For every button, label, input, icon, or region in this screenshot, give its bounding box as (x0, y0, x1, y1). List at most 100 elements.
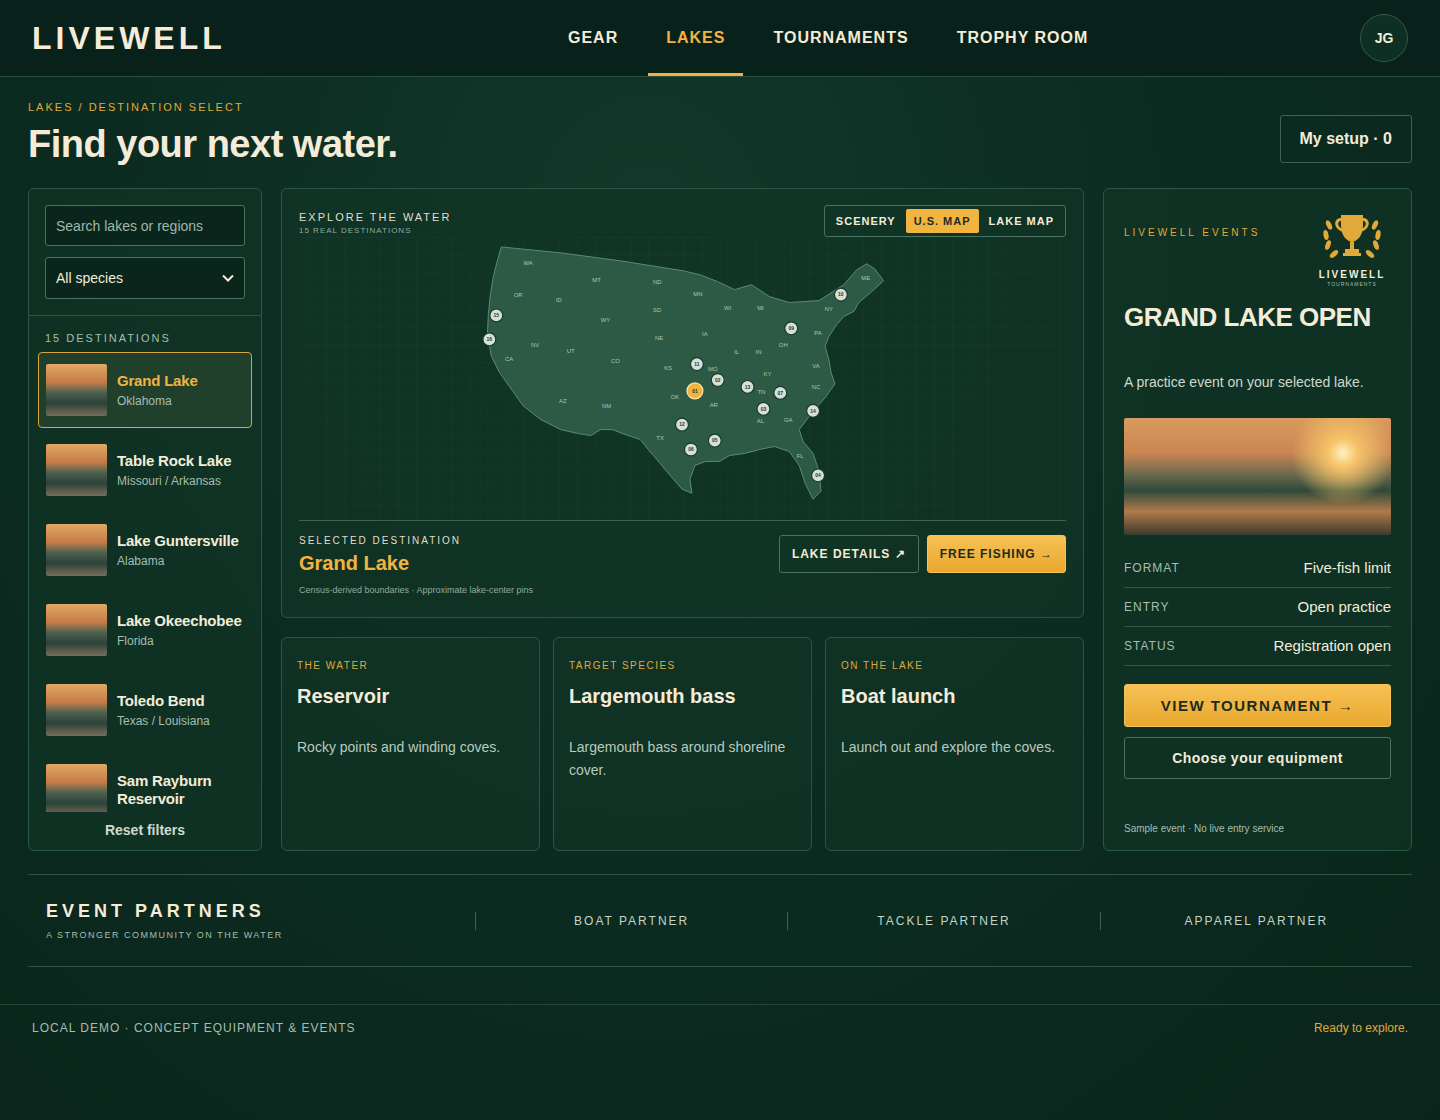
destination-name: Sam Rayburn Reservoir (117, 772, 244, 808)
info-card: THE WATER Reservoir Rocky points and win… (281, 637, 540, 851)
lake-pin[interactable]: 13 (741, 380, 754, 393)
page: LIVEWELL GEARLAKESTOURNAMENTSTROPHY ROOM… (0, 0, 1440, 1120)
svg-text:04: 04 (815, 473, 821, 478)
info-card: ON THE LAKE Boat launch Launch out and e… (825, 637, 1084, 851)
destination-item[interactable]: Lake Guntersville Alabama (38, 512, 252, 588)
state-label: ME (861, 275, 870, 281)
state-label: MT (592, 277, 601, 283)
destination-name: Lake Guntersville (117, 532, 239, 550)
lake-pin[interactable]: 02 (711, 374, 724, 387)
lake-pin[interactable]: 01 (687, 383, 703, 399)
view-option[interactable]: SCENERY (828, 209, 904, 233)
center-column: EXPLORE THE WATER 15 REAL DESTINATIONS S… (281, 188, 1084, 851)
lake-pin[interactable]: 06 (684, 443, 697, 456)
logo[interactable]: LIVEWELL (32, 20, 550, 57)
state-label: SD (653, 307, 661, 313)
page-title: Find your next water. (28, 123, 398, 166)
footer-left: LOCAL DEMO · CONCEPT EQUIPMENT & EVENTS (32, 1021, 356, 1035)
state-label: NM (602, 403, 611, 409)
destination-item[interactable]: Lake Okeechobee Florida (38, 592, 252, 668)
choose-equipment-button[interactable]: Choose your equipment (1124, 737, 1391, 779)
destination-photo (46, 364, 107, 416)
info-card: TARGET SPECIES Largemouth bass Largemout… (553, 637, 812, 851)
event-detail-row: FORMAT Five-fish limit (1124, 549, 1391, 588)
destination-photo (46, 444, 107, 496)
state-label: ID (556, 297, 562, 303)
state-label: NY (825, 306, 833, 312)
lake-pin[interactable]: 16 (483, 333, 496, 346)
lake-pin[interactable]: 14 (807, 404, 820, 417)
state-label: AL (757, 418, 765, 424)
destinations-panel: All species 15 DESTINATIONS Grand Lake O… (28, 188, 262, 851)
destination-name: Lake Okeechobee (117, 612, 242, 630)
nav-item[interactable]: GEAR (550, 0, 636, 76)
destination-name: Table Rock Lake (117, 452, 231, 470)
destination-item[interactable]: Sam Rayburn Reservoir (38, 752, 252, 812)
svg-text:13: 13 (745, 385, 751, 390)
state-label: TX (656, 435, 664, 441)
card-text: Launch out and explore the coves. (841, 736, 1068, 759)
card-title: Reservoir (297, 685, 524, 708)
view-option[interactable]: LAKE MAP (981, 209, 1062, 233)
lake-pin[interactable]: 07 (774, 386, 787, 399)
state-label: KY (763, 371, 771, 377)
logo-title: LIVEWELL (1319, 269, 1386, 280)
partner-slot: APPAREL PARTNER (1100, 912, 1412, 930)
map-grid (302, 237, 1063, 520)
destination-list: Grand Lake Oklahoma Table Rock Lake Miss… (29, 352, 261, 812)
state-label: NE (655, 335, 663, 341)
state-label: IL (734, 349, 740, 355)
lake-pin[interactable]: 09 (785, 322, 798, 335)
event-partners: EVENT PARTNERS A STRONGER COMMUNITY ON T… (28, 874, 1412, 967)
event-note: Sample event · No live entry service (1124, 823, 1391, 834)
svg-text:07: 07 (778, 391, 784, 396)
svg-text:06: 06 (688, 447, 694, 452)
card-text: Largemouth bass around shoreline cover. (569, 736, 796, 782)
view-toggle: SCENERYU.S. MAPLAKE MAP (824, 205, 1066, 237)
my-setup-button[interactable]: My setup · 0 (1280, 115, 1412, 163)
destination-item[interactable]: Table Rock Lake Missouri / Arkansas (38, 432, 252, 508)
lake-pin[interactable]: 04 (812, 469, 825, 482)
lake-pin[interactable]: 15 (490, 309, 503, 322)
nav-item[interactable]: TOURNAMENTS (755, 0, 926, 76)
search-input[interactable] (45, 205, 245, 246)
lake-pin[interactable]: 12 (676, 418, 689, 431)
svg-text:10: 10 (838, 292, 844, 297)
partner-slot: BOAT PARTNER (475, 912, 787, 930)
lake-pin[interactable]: 03 (757, 402, 770, 415)
svg-text:01: 01 (692, 389, 698, 394)
svg-text:09: 09 (788, 326, 794, 331)
svg-text:02: 02 (715, 378, 721, 383)
state-label: GA (784, 417, 793, 423)
main-grid: All species 15 DESTINATIONS Grand Lake O… (28, 188, 1412, 851)
state-label: VA (812, 363, 820, 369)
destination-item[interactable]: Toledo Bend Texas / Louisiana (38, 672, 252, 748)
nav-item[interactable]: LAKES (648, 0, 743, 76)
nav-item[interactable]: TROPHY ROOM (939, 0, 1107, 76)
destination-photo (46, 684, 107, 736)
destination-item[interactable]: Grand Lake Oklahoma (38, 352, 252, 428)
top-bar: LIVEWELL GEARLAKESTOURNAMENTSTROPHY ROOM… (0, 0, 1440, 77)
lake-pin[interactable]: 11 (690, 358, 703, 371)
partners-title: EVENT PARTNERS (46, 901, 475, 922)
selected-name: Grand Lake (299, 552, 533, 575)
state-label: WY (601, 317, 611, 323)
state-label: CO (611, 358, 620, 364)
main-nav: GEARLAKESTOURNAMENTSTROPHY ROOM (550, 0, 1106, 76)
view-tournament-button[interactable]: VIEW TOURNAMENT → (1124, 684, 1391, 727)
reset-filters-button[interactable]: Reset filters (29, 812, 261, 850)
species-select[interactable]: All species (45, 257, 245, 299)
free-fishing-button[interactable]: FREE FISHING → (927, 535, 1066, 573)
us-map[interactable]: WAORCANVIDMTWYUTAZCONMNDSDNEKSOKTXMNIAMO… (299, 237, 1065, 520)
state-label: OH (779, 342, 788, 348)
state-label: UT (567, 348, 575, 354)
lake-details-button[interactable]: LAKE DETAILS ↗ (779, 535, 919, 573)
event-detail-row: ENTRY Open practice (1124, 588, 1391, 627)
view-option[interactable]: U.S. MAP (906, 209, 979, 233)
lake-pin[interactable]: 05 (708, 434, 721, 447)
footer: LOCAL DEMO · CONCEPT EQUIPMENT & EVENTS … (0, 1004, 1440, 1051)
user-avatar[interactable]: JG (1360, 14, 1408, 62)
lake-pin[interactable]: 10 (834, 288, 847, 301)
svg-text:05: 05 (712, 438, 718, 443)
destination-name: Toledo Bend (117, 692, 210, 710)
